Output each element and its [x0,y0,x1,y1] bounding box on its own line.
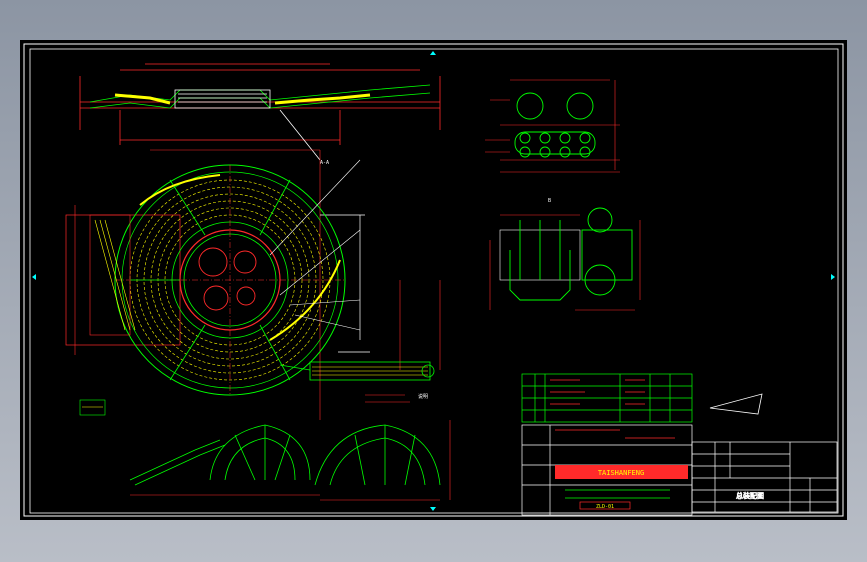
title-block[interactable]: 总装配图 [691,441,838,513]
drawing-title: 总装配图 [736,491,764,500]
parts-list-table[interactable] [521,373,693,423]
detail-view-label: B [548,198,551,204]
main-plan-view[interactable]: 说明 [65,149,441,420]
triangle-arrow-icon [709,393,763,415]
bottom-fan-views[interactable] [129,420,451,501]
drawing-canvas[interactable]: A-A 说明 B TAISHANFENG ZLD-01 总装配图 [20,40,847,520]
company-banner-text: TAISHANFENG [598,469,644,477]
drawing-sheet[interactable]: A-A 说明 B TAISHANFENG ZLD-01 总装配图 [20,40,847,520]
cad-viewport[interactable]: A-A 说明 B TAISHANFENG ZLD-01 总装配图 [0,0,867,562]
bracket-detail-view[interactable]: B [489,198,641,311]
top-section-view[interactable]: A-A [79,63,441,166]
section-view-label: A-A [320,160,329,166]
note-label: 说明 [418,393,428,400]
pipe-detail-view[interactable] [485,79,620,173]
stamp-text: ZLD-01 [596,504,614,510]
approval-table[interactable]: TAISHANFENG ZLD-01 [521,424,693,516]
